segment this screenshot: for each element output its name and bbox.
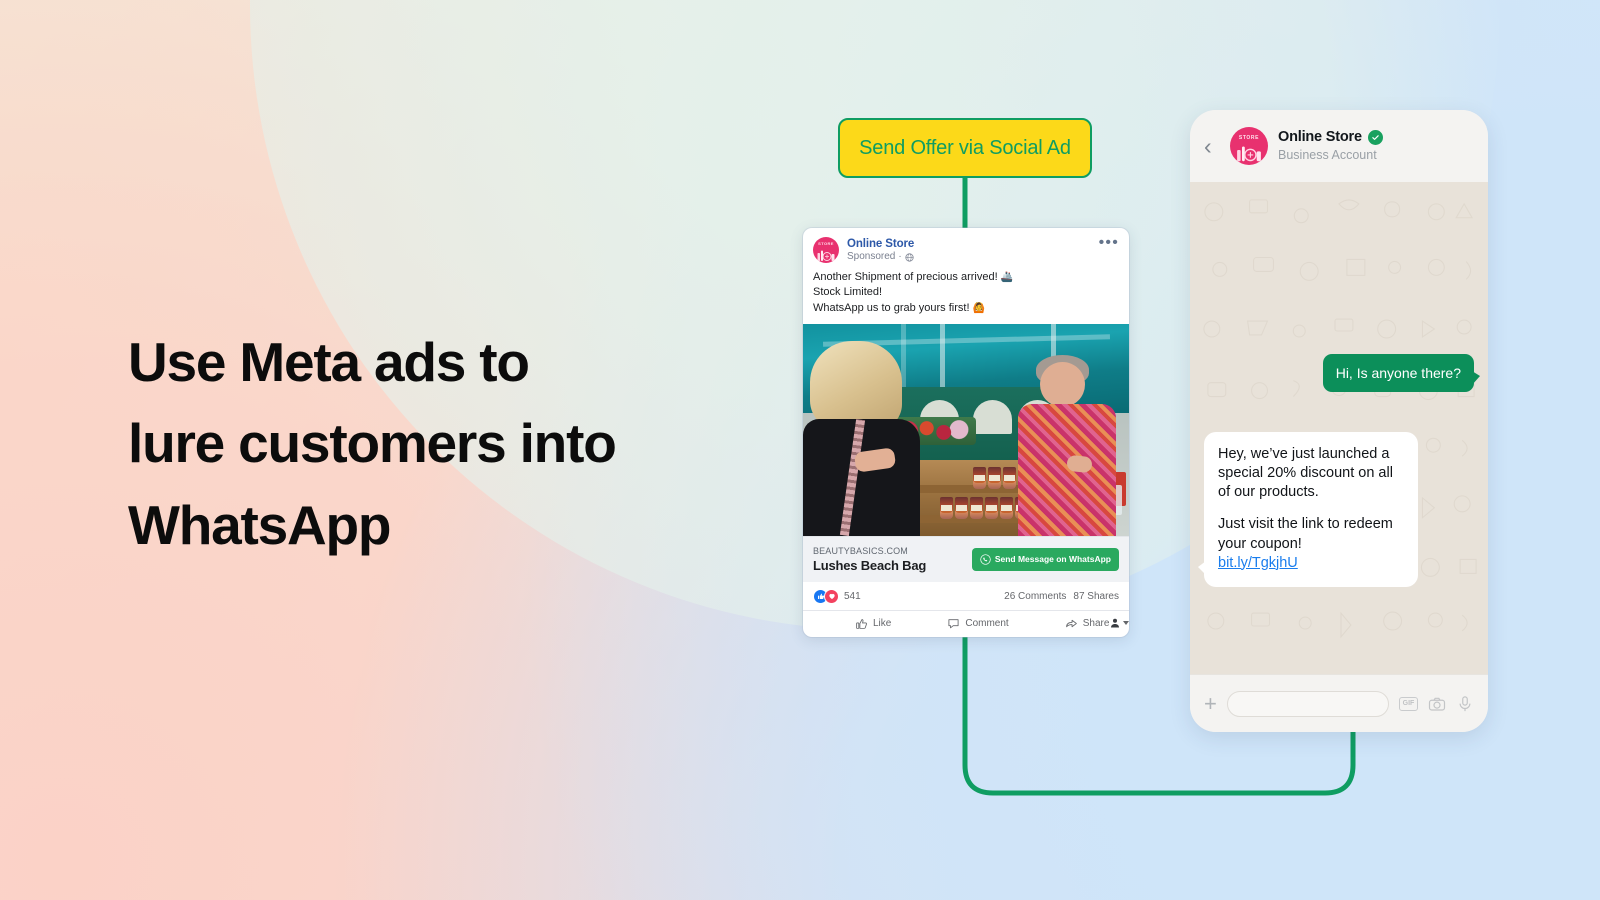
facebook-ad-card[interactable]: STORE Online Store Sponsored · ••• Anoth… <box>803 228 1129 637</box>
incoming-paragraph-1: Hey, we’ve just launched a special 20% d… <box>1218 446 1393 501</box>
more-options-icon[interactable]: ••• <box>1099 235 1119 251</box>
incoming-paragraph-2: Just visit the link to redeem your coupo… <box>1218 515 1404 572</box>
headline-line-1: Use Meta ads to <box>128 331 530 393</box>
chat-wallpaper-pattern <box>1203 199 1477 639</box>
incoming-message-bubble[interactable]: Hey, we’ve just launched a special 20% d… <box>1198 432 1418 587</box>
whatsapp-button-label: Send Message on WhatsApp <box>994 554 1111 565</box>
whatsapp-chat-header: ‹ STORE Online Store Business Account <box>1190 110 1488 182</box>
person-emoji: 🙆 <box>972 302 986 314</box>
cosmetics-illustration-icon <box>817 250 835 261</box>
contact-name: Online Store <box>1278 129 1362 146</box>
gif-icon[interactable]: GIF <box>1399 696 1418 711</box>
comment-count[interactable]: 26 Comments <box>1004 591 1066 602</box>
share-button-label: Share <box>1082 617 1110 629</box>
page-title: Use Meta ads to lure customers into What… <box>128 322 748 566</box>
camera-icon[interactable] <box>1428 695 1446 713</box>
microphone-icon[interactable] <box>1456 695 1474 713</box>
plus-icon[interactable]: + <box>1204 692 1217 715</box>
chevron-down-icon <box>1123 621 1129 626</box>
reaction-count: 541 <box>844 590 861 602</box>
thumbs-up-icon <box>856 618 867 629</box>
page-avatar[interactable]: STORE <box>813 237 839 263</box>
reaction-icons[interactable] <box>813 588 839 604</box>
ad-copy-line-2: Stock Limited! <box>813 286 883 299</box>
ship-emoji: 🚢 <box>1000 272 1014 283</box>
ad-sponsored-row: Sponsored · <box>847 252 914 263</box>
share-count[interactable]: 87 Shares <box>1073 591 1119 602</box>
cosmetics-illustration-icon <box>1237 146 1261 162</box>
account-type-label: Business Account <box>1278 148 1377 163</box>
avatar-label: STORE <box>818 241 834 246</box>
coupon-link[interactable]: bit.ly/TgkjhU <box>1218 555 1298 571</box>
back-chevron-icon[interactable]: ‹ <box>1204 134 1224 158</box>
like-button[interactable]: Like <box>855 617 891 630</box>
send-offer-chip[interactable]: Send Offer via Social Ad <box>838 118 1092 178</box>
ad-page-name[interactable]: Online Store <box>847 238 914 250</box>
share-button[interactable]: Share <box>1065 617 1110 630</box>
ad-copy-line-1: Another Shipment of precious arrived! 🚢 <box>813 270 1119 285</box>
globe-icon <box>905 253 914 262</box>
ad-action-bar: Like Comment Share <box>803 609 1129 637</box>
share-icon <box>1065 619 1077 628</box>
message-composer: + GIF <box>1190 674 1488 732</box>
incoming-paragraph-2-text: Just visit the link to redeem your coupo… <box>1218 516 1393 552</box>
ad-link-domain: BEAUTYBASICS.COM <box>813 545 908 556</box>
comments-shares: 26 Comments 87 Shares <box>1004 591 1119 602</box>
profile-icon <box>1111 619 1120 628</box>
outgoing-message-bubble[interactable]: Hi, Is anyone there? <box>1322 354 1481 393</box>
ad-page-meta: Online Store Sponsored · <box>847 237 914 263</box>
comment-button[interactable]: Comment <box>947 617 1009 630</box>
ad-copy: Another Shipment of precious arrived! 🚢 … <box>803 265 1129 324</box>
headline-line-3: WhatsApp <box>128 493 392 556</box>
ad-copy-text-3: WhatsApp us to grab yours first! <box>813 301 970 314</box>
sponsored-separator: · <box>898 251 902 263</box>
chat-thread[interactable]: Hi, Is anyone there? Hey, we’ve just lau… <box>1190 182 1488 674</box>
comment-icon <box>948 619 959 629</box>
ad-header: STORE Online Store Sponsored · ••• <box>803 228 1129 265</box>
contact-meta: Online Store Business Account <box>1278 129 1383 162</box>
canvas: Use Meta ads to lure customers into What… <box>0 0 1600 900</box>
like-button-label: Like <box>873 617 892 629</box>
message-input[interactable] <box>1226 690 1389 717</box>
comment-button-label: Comment <box>965 617 1009 629</box>
ad-media-photo[interactable] <box>803 323 1129 536</box>
outgoing-message-text: Hi, Is anyone there? <box>1335 365 1461 381</box>
avatar-label: STORE <box>1238 135 1260 141</box>
ad-link-preview[interactable]: BEAUTYBASICS.COM Lushes Beach Bag Send M… <box>803 535 1129 582</box>
sponsored-label: Sponsored <box>847 251 896 263</box>
ad-engagement-stats: 541 26 Comments 87 Shares <box>803 582 1129 610</box>
ad-copy-line-3: WhatsApp us to grab yours first! 🙆 <box>813 301 1119 316</box>
send-message-on-whatsapp-button[interactable]: Send Message on WhatsApp <box>971 547 1119 571</box>
verified-badge-icon <box>1367 130 1383 146</box>
contact-name-row: Online Store <box>1278 129 1383 146</box>
heart-icon <box>824 588 839 604</box>
contact-avatar[interactable]: STORE <box>1230 127 1268 165</box>
whatsapp-phone-mockup: ‹ STORE Online Store Business Account Hi… <box>1190 110 1488 732</box>
send-offer-chip-label: Send Offer via Social Ad <box>859 136 1071 159</box>
ad-link-text: BEAUTYBASICS.COM Lushes Beach Bag <box>813 546 972 573</box>
ad-link-title: Lushes Beach Bag <box>813 557 927 573</box>
ad-copy-text-1: Another Shipment of precious arrived! <box>813 271 998 283</box>
headline-line-2: lure customers into <box>128 412 617 475</box>
whatsapp-icon <box>980 554 991 565</box>
profile-selector[interactable] <box>1109 617 1129 629</box>
